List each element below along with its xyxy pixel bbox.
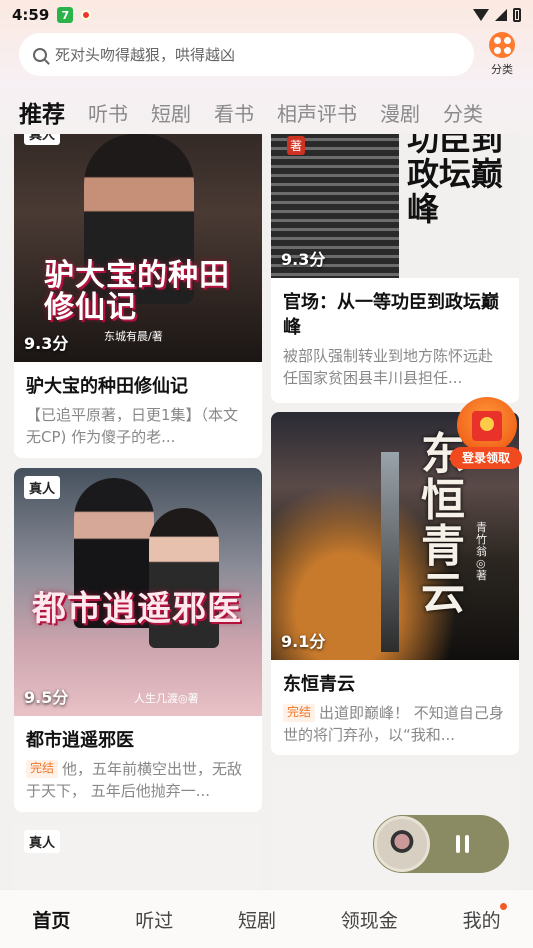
nav-mine-label: 我的 — [462, 909, 501, 932]
real-voice-badge: 真人 — [24, 134, 61, 145]
book-desc: 【已追平原著，日更1集】（本文无CP) 作为傻子的老... — [26, 406, 239, 446]
notification-dot-icon — [81, 10, 92, 20]
book-card[interactable]: 真人 — [14, 822, 262, 889]
book-title: 官场：从一等功臣到政坛巅峰 — [283, 292, 499, 339]
cover-author: 人生几渡◎著 — [134, 692, 199, 705]
book-desc-text: 出道即巅峰！ 不知道自己身世的将门弃孙，以“我和... — [283, 704, 504, 744]
completed-tag: 完结 — [283, 704, 316, 722]
cover-title: 驴大宝的种田修仙记 — [44, 258, 230, 325]
cover-title: 功臣到政坛巅峰 — [407, 134, 504, 229]
tab-read[interactable]: 看书 — [214, 98, 254, 127]
search-placeholder: 死对头吻得越狠，哄得越凶 — [55, 46, 236, 64]
completed-tag: 完结 — [26, 760, 59, 778]
nav-earn-cash[interactable]: 领现金 — [341, 906, 398, 933]
tab-recommend[interactable]: 推荐 — [19, 95, 65, 129]
book-score: 9.1分 — [281, 632, 326, 651]
nav-short-drama[interactable]: 短剧 — [238, 906, 276, 933]
real-voice-badge: 真人 — [24, 476, 61, 499]
status-time: 4:59 — [12, 6, 50, 24]
book-title: 东恒青云 — [283, 674, 355, 695]
book-card[interactable]: 真人 都市逍遥邪医 人生几渡◎著 9.5分 都市逍遥邪医 完结 他，五年前横空出世… — [14, 468, 262, 812]
tab-listen[interactable]: 听书 — [88, 98, 128, 127]
cover-mark: 著 — [287, 136, 306, 155]
bottom-nav: 首页 听过 短剧 领现金 我的 — [0, 889, 533, 948]
player-cover-disc — [374, 816, 430, 872]
book-score: 9.3分 — [281, 250, 326, 269]
content-feed: 真人 驴大宝的种田修仙记 东城有晨/著 9.3分 驴大宝的种田修仙记 【已追平原… — [0, 134, 533, 889]
cover-author: 青竹翁◎著 — [476, 521, 487, 583]
top-tabs: 推荐 听书 短剧 看书 相声评书 漫剧 分类 — [0, 92, 533, 132]
book-title: 驴大宝的种田修仙记 — [26, 376, 188, 397]
book-card[interactable]: 真人 驴大宝的种田修仙记 东城有晨/著 9.3分 驴大宝的种田修仙记 【已追平原… — [14, 134, 262, 458]
login-reward-label: 登录领取 — [450, 447, 522, 469]
nav-history[interactable]: 听过 — [135, 906, 173, 933]
app-notification-icon: 7 — [57, 7, 74, 23]
login-reward-button[interactable]: 登录领取 — [450, 397, 522, 473]
status-bar: 4:59 7 — [0, 0, 533, 30]
red-envelope-icon — [472, 411, 502, 441]
nav-mine[interactable]: 我的 — [462, 902, 507, 933]
cover-author: 东城有晨/著 — [104, 330, 163, 343]
nav-home[interactable]: 首页 — [32, 906, 70, 933]
mini-player[interactable] — [373, 815, 509, 873]
battery-icon — [513, 8, 521, 22]
tab-crosstalk[interactable]: 相声评书 — [277, 98, 357, 127]
tab-comics[interactable]: 漫剧 — [380, 98, 420, 127]
wifi-icon — [473, 9, 489, 21]
cover-tower — [381, 452, 399, 652]
book-cover: 真人 驴大宝的种田修仙记 东城有晨/著 9.3分 — [14, 134, 262, 362]
real-voice-badge: 真人 — [24, 830, 61, 853]
book-score: 9.5分 — [24, 688, 69, 707]
category-label: 分类 — [491, 63, 513, 76]
book-cover: 著 功臣到政坛巅峰 9.3分 — [271, 134, 519, 278]
category-button[interactable]: 分类 — [481, 32, 523, 78]
book-title: 都市逍遥邪医 — [26, 730, 134, 751]
book-desc-text: 他，五年前横空出世，无敌于天下， 五年后他抛弃一... — [26, 760, 243, 800]
book-cover: 真人 — [14, 822, 262, 889]
nav-mine-dot — [499, 902, 507, 910]
category-icon — [489, 32, 515, 58]
tab-short-drama[interactable]: 短剧 — [151, 98, 191, 127]
book-card[interactable]: 著 功臣到政坛巅峰 9.3分 官场：从一等功臣到政坛巅峰 被部队强制转业到地方陈… — [271, 134, 519, 403]
book-desc: 完结 出道即巅峰！ 不知道自己身世的将门弃孙，以“我和... — [271, 703, 519, 747]
signal-icon — [495, 9, 507, 21]
book-desc: 被部队强制转业到地方陈怀远赴任国家贫困县丰川县担任... — [283, 347, 494, 388]
search-input[interactable]: 死对头吻得越狠，哄得越凶 — [19, 33, 474, 76]
book-score: 9.3分 — [24, 334, 69, 353]
book-desc: 完结 他，五年前横空出世，无敌于天下， 五年后他抛弃一... — [14, 759, 262, 803]
tab-category[interactable]: 分类 — [443, 98, 483, 127]
search-icon — [33, 47, 47, 62]
pause-icon[interactable] — [456, 835, 469, 853]
book-cover: 真人 都市逍遥邪医 人生几渡◎著 9.5分 — [14, 468, 262, 716]
cover-title: 都市逍遥邪医 — [32, 589, 242, 629]
